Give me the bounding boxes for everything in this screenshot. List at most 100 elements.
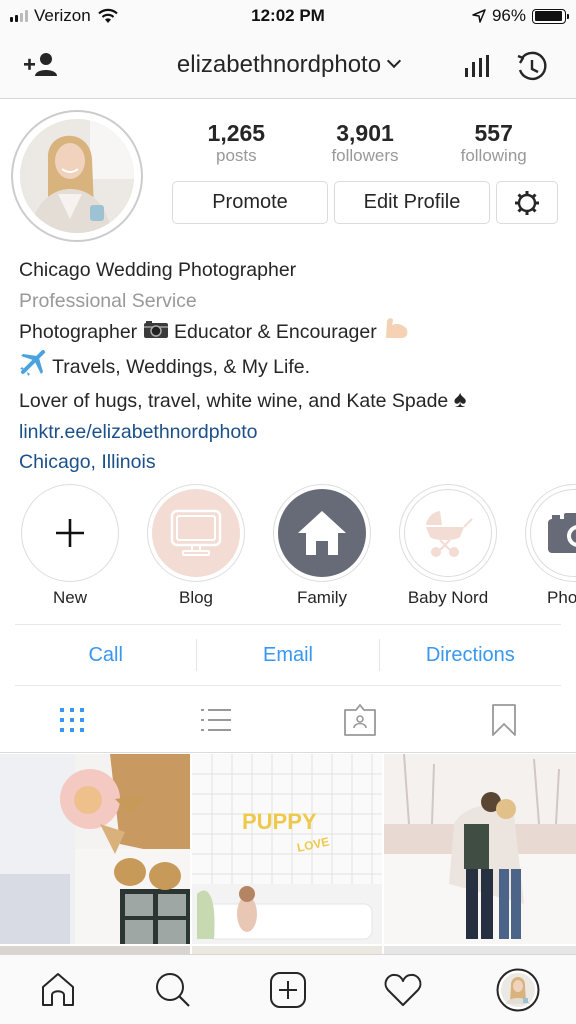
bookmark-icon bbox=[492, 703, 516, 736]
website-link[interactable]: linktr.ee/elizabethnordphoto bbox=[19, 417, 466, 448]
insights-button[interactable] bbox=[460, 50, 496, 82]
bio-text: Photographer bbox=[19, 320, 138, 343]
settings-button[interactable] bbox=[496, 181, 558, 224]
bottom-tab-activity[interactable] bbox=[346, 955, 461, 1024]
grid-post[interactable] bbox=[192, 946, 382, 954]
bottom-tab-new-post[interactable] bbox=[230, 955, 345, 1024]
avatar bbox=[20, 119, 134, 233]
highlight-new[interactable]: New bbox=[20, 484, 120, 608]
archive-history-icon bbox=[517, 51, 547, 81]
highlight-photog-ring[interactable] bbox=[525, 484, 576, 582]
posts-count: 1,265 bbox=[207, 120, 266, 146]
post-image-cake bbox=[0, 754, 190, 944]
story-highlights: New Blog Family Baby Nord Pho bbox=[0, 484, 576, 614]
highlight-new-button[interactable] bbox=[21, 484, 119, 582]
bio-line-2: Travels, Weddings, & My Life. bbox=[19, 349, 466, 386]
grid-post[interactable]: PUPPY LOVE bbox=[192, 754, 382, 944]
highlight-cover bbox=[530, 489, 576, 577]
profile-tabs bbox=[0, 687, 576, 753]
flexed-biceps-emoji-icon bbox=[382, 316, 410, 350]
business-category: Professional Service bbox=[19, 289, 197, 312]
grid-post[interactable] bbox=[384, 754, 576, 944]
highlight-label: Family bbox=[296, 588, 348, 607]
home-icon bbox=[41, 972, 74, 1006]
balloon-text-puppy: PUPPY bbox=[242, 809, 317, 834]
search-icon bbox=[155, 972, 190, 1007]
directions-button[interactable]: Directions bbox=[378, 639, 561, 671]
bottom-tab-search[interactable] bbox=[115, 955, 230, 1024]
bio-text: Lover of hugs, travel, white wine, and K… bbox=[19, 390, 449, 412]
tab-list[interactable] bbox=[144, 687, 288, 752]
add-post-icon bbox=[270, 971, 306, 1008]
followers-label: followers bbox=[331, 146, 399, 165]
highlight-label: Blog bbox=[178, 588, 214, 607]
highlight-blog-ring[interactable] bbox=[147, 484, 245, 582]
stat-following[interactable]: 557 following bbox=[429, 120, 558, 166]
highlight-baby-nord[interactable]: Baby Nord bbox=[398, 484, 498, 608]
stat-followers[interactable]: 3,901 followers bbox=[301, 120, 430, 166]
battery-percent: 96% bbox=[491, 6, 526, 25]
heart-icon bbox=[384, 973, 422, 1006]
highlight-photog[interactable]: Photog bbox=[524, 484, 576, 608]
highlight-label: Baby Nord bbox=[407, 588, 489, 607]
highlight-baby-ring[interactable] bbox=[399, 484, 497, 582]
monitor-icon bbox=[170, 509, 222, 556]
stat-posts[interactable]: 1,265 posts bbox=[172, 120, 301, 166]
profile-avatar-icon bbox=[496, 968, 540, 1011]
bio-text: Educator & Encourager bbox=[174, 320, 377, 343]
camera-icon bbox=[548, 513, 576, 553]
gear-icon bbox=[515, 190, 539, 215]
profile-picture[interactable] bbox=[11, 110, 143, 242]
spade-emoji-icon: ♠ bbox=[453, 386, 467, 413]
highlight-label: New bbox=[52, 588, 87, 607]
profile-stats: 1,265 posts 3,901 followers 557 followin… bbox=[172, 120, 558, 166]
highlight-cover bbox=[152, 489, 240, 577]
bottom-tab-bar bbox=[0, 954, 576, 1024]
email-button[interactable]: Email bbox=[196, 639, 378, 671]
bottom-tab-profile[interactable] bbox=[461, 955, 576, 1024]
insights-icon bbox=[465, 55, 489, 77]
highlight-label: Photog bbox=[547, 588, 576, 607]
grid-post[interactable] bbox=[384, 946, 576, 954]
airplane-emoji-icon bbox=[19, 349, 47, 386]
battery-icon bbox=[532, 8, 569, 24]
status-right: 96% bbox=[472, 6, 569, 26]
chevron-down-icon bbox=[387, 53, 402, 69]
bio-line-3: Lover of hugs, travel, white wine, and K… bbox=[19, 385, 466, 417]
tagged-icon bbox=[344, 703, 376, 736]
location-arrow-icon bbox=[472, 9, 486, 23]
avatar-photo bbox=[20, 119, 134, 233]
post-image-puppy-love: PUPPY LOVE bbox=[192, 754, 382, 944]
tab-saved[interactable] bbox=[432, 687, 576, 752]
grid-post[interactable] bbox=[0, 946, 190, 954]
followers-count: 3,901 bbox=[336, 120, 394, 146]
archive-button[interactable] bbox=[514, 50, 550, 82]
grid-post[interactable] bbox=[0, 754, 190, 944]
edit-profile-button[interactable]: Edit Profile bbox=[334, 181, 490, 224]
bottom-tab-home[interactable] bbox=[0, 955, 115, 1024]
bio-line-1: Photographer Educator & Encourager bbox=[19, 316, 466, 350]
posts-grid: PUPPY LOVE bbox=[0, 754, 576, 954]
highlight-family-ring[interactable] bbox=[273, 484, 371, 582]
top-navigation-bar: elizabethnordphoto bbox=[0, 34, 576, 99]
profile-bio: Chicago Wedding Photographer Professiona… bbox=[19, 255, 466, 478]
list-icon bbox=[201, 708, 231, 731]
promote-button[interactable]: Promote bbox=[172, 181, 328, 224]
profile-name: Chicago Wedding Photographer bbox=[19, 259, 297, 281]
bio-text: Travels, Weddings, & My Life. bbox=[52, 355, 311, 378]
post-image-snow-couple bbox=[384, 754, 576, 944]
stroller-icon bbox=[426, 511, 473, 557]
highlight-family[interactable]: Family bbox=[272, 484, 372, 608]
house-icon bbox=[298, 511, 346, 555]
following-count: 557 bbox=[474, 120, 513, 146]
username-title: elizabethnordphoto bbox=[176, 51, 382, 78]
following-label: following bbox=[460, 146, 527, 165]
highlight-cover bbox=[278, 489, 366, 577]
tab-grid[interactable] bbox=[0, 687, 144, 752]
call-button[interactable]: Call bbox=[15, 639, 196, 671]
tab-tagged[interactable] bbox=[288, 687, 432, 752]
posts-label: posts bbox=[216, 146, 257, 165]
highlight-cover bbox=[404, 489, 492, 577]
location-link[interactable]: Chicago, Illinois bbox=[19, 447, 466, 478]
highlight-blog[interactable]: Blog bbox=[146, 484, 246, 608]
